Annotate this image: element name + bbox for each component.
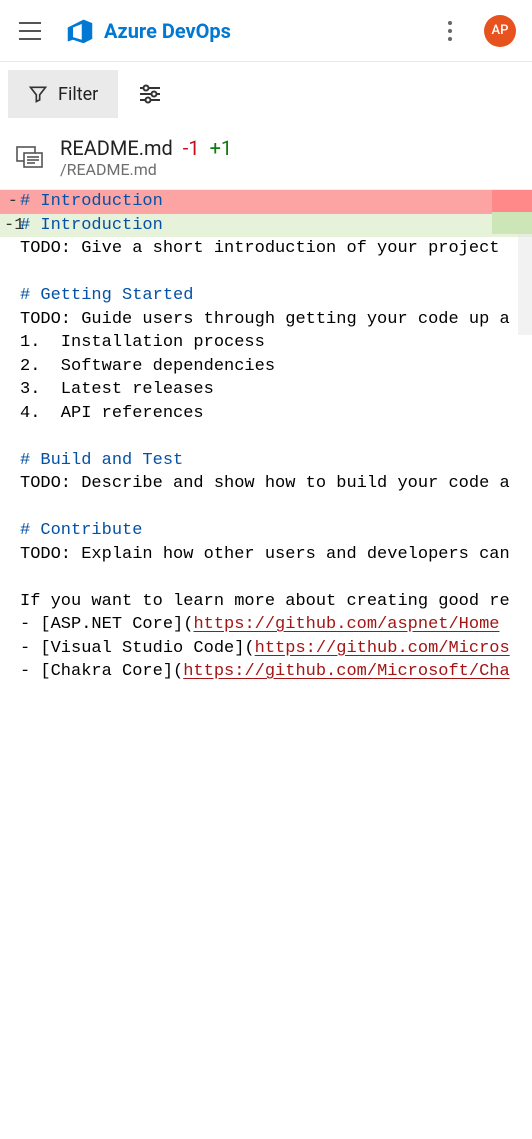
diff-line: - [ASP.NET Core](https://github.com/aspn… xyxy=(0,613,532,637)
diff-file-icon xyxy=(16,143,46,173)
diff-settings-button[interactable] xyxy=(126,70,174,118)
file-name: README.md xyxy=(60,136,173,160)
file-header[interactable]: README.md -1 +1 /README.md xyxy=(0,126,532,190)
code-text: If you want to learn more about creating… xyxy=(18,590,510,614)
hamburger-icon xyxy=(19,22,41,40)
sliders-icon xyxy=(138,83,162,105)
code-text: # Getting Started xyxy=(18,284,193,308)
file-titles: README.md -1 +1 /README.md xyxy=(60,136,232,179)
kebab-icon xyxy=(447,20,453,42)
filter-label: Filter xyxy=(58,84,98,105)
diff-added-count: +1 xyxy=(210,136,233,160)
diff-toolbar: Filter xyxy=(0,62,532,126)
brand-label: Azure DevOps xyxy=(104,19,231,43)
code-text: 3. Latest releases xyxy=(18,378,214,402)
code-text: # Introduction xyxy=(18,190,163,214)
code-text: - [ASP.NET Core](https://github.com/aspn… xyxy=(18,613,500,637)
app-header: Azure DevOps AP xyxy=(0,0,532,62)
code-text: 2. Software dependencies xyxy=(18,355,275,379)
url: https://github.com/aspnet/Home xyxy=(193,615,499,634)
diff-line: - [Chakra Core](https://github.com/Micro… xyxy=(0,660,532,684)
diff-removed-count: -1 xyxy=(183,136,200,160)
diff-line: # Getting Started xyxy=(0,284,532,308)
more-menu-button[interactable] xyxy=(430,11,470,51)
hamburger-menu-button[interactable] xyxy=(10,11,50,51)
diff-line: TODO: Explain how other users and develo… xyxy=(0,543,532,567)
azure-devops-icon xyxy=(66,17,94,45)
avatar[interactable]: AP xyxy=(484,15,516,47)
diff-line: 4. API references xyxy=(0,402,532,426)
diff-line: - [Visual Studio Code](https://github.co… xyxy=(0,637,532,661)
code-text: 4. API references xyxy=(18,402,204,426)
code-text: TODO: Explain how other users and develo… xyxy=(18,543,510,567)
code-text: TODO: Guide users through getting your c… xyxy=(18,308,510,332)
diff-line: 3. Latest releases xyxy=(0,378,532,402)
diff-line: # Contribute xyxy=(0,519,532,543)
diff-line: If you want to learn more about creating… xyxy=(0,590,532,614)
diff-line: TODO: Guide users through getting your c… xyxy=(0,308,532,332)
filter-button[interactable]: Filter xyxy=(8,70,118,118)
diff-line xyxy=(0,566,532,590)
url: https://github.com/Micros xyxy=(255,639,510,658)
file-path: /README.md xyxy=(60,160,232,179)
diff-line xyxy=(0,425,532,449)
diff-line-removed: - # Introduction xyxy=(0,190,532,214)
diff-line: 1. Installation process xyxy=(0,331,532,355)
code-text: TODO: Describe and show how to build you… xyxy=(18,472,510,496)
diff-line: TODO: Describe and show how to build you… xyxy=(0,472,532,496)
diff-line xyxy=(0,261,532,285)
brand[interactable]: Azure DevOps xyxy=(66,17,231,45)
code-text: # Build and Test xyxy=(18,449,183,473)
diff-line-added: -1 # Introduction xyxy=(0,214,532,238)
diff-line: # Build and Test xyxy=(0,449,532,473)
diff-viewer[interactable]: - # Introduction -1 # Introduction TODO:… xyxy=(0,190,532,684)
code-text: - [Chakra Core](https://github.com/Micro… xyxy=(18,660,510,684)
diff-line: TODO: Give a short introduction of your … xyxy=(0,237,532,261)
code-text: # Introduction xyxy=(18,214,163,238)
url: https://github.com/Microsoft/Cha xyxy=(183,662,509,681)
code-text: - [Visual Studio Code](https://github.co… xyxy=(18,637,510,661)
code-text: 1. Installation process xyxy=(18,331,265,355)
code-text: # Contribute xyxy=(18,519,142,543)
filter-icon xyxy=(28,84,48,104)
diff-line xyxy=(0,496,532,520)
diff-line: 2. Software dependencies xyxy=(0,355,532,379)
code-text: TODO: Give a short introduction of your … xyxy=(18,237,499,261)
